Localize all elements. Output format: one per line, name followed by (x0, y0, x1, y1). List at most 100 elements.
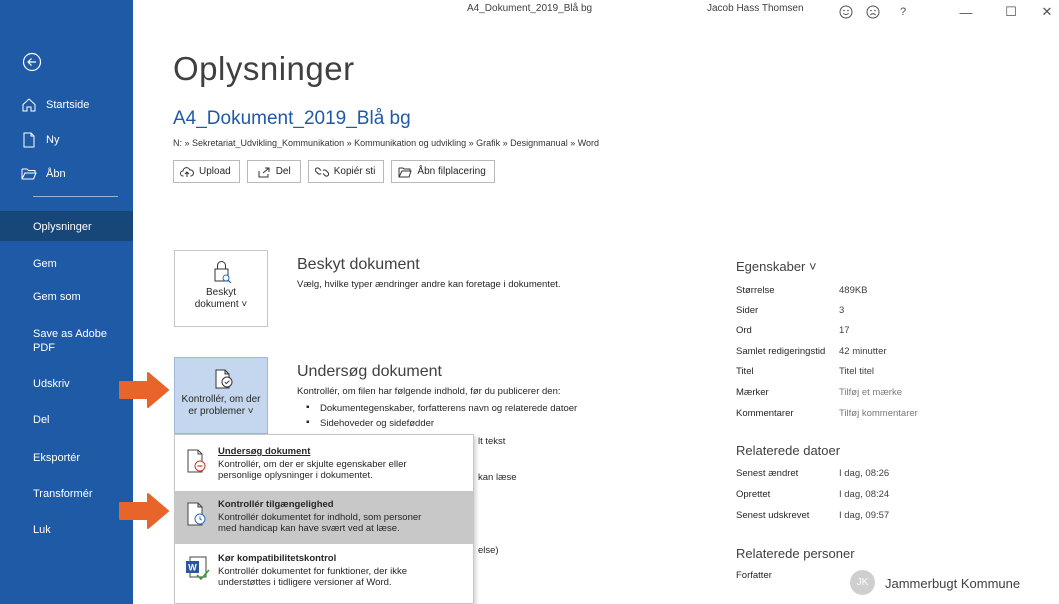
copy-path-button[interactable]: Kopiér sti (307, 160, 385, 183)
protect-tile-label-line2: dokument ˅ (194, 299, 248, 310)
inspect-heading: Undersøg dokument (297, 363, 442, 380)
sidebar-item-new[interactable]: Ny (0, 131, 133, 149)
back-arrow-icon[interactable] (22, 52, 42, 72)
property-label: Forfatter (736, 570, 772, 581)
property-value: 17 (839, 325, 850, 336)
folder-icon (398, 167, 413, 177)
title-field[interactable]: Titel titel (839, 366, 874, 377)
minimize-button[interactable]: — (955, 0, 977, 24)
cloud-upload-icon (180, 166, 194, 177)
sidebar-item-transform[interactable]: Transformér (33, 487, 128, 501)
upload-button[interactable]: Upload (173, 160, 240, 183)
share-label: Del (275, 166, 291, 177)
document-path[interactable]: N: » Sekretariat_Udvikling_Kommunikation… (173, 138, 599, 148)
protect-description: Vælg, hvilke typer ændringer andre kan f… (297, 279, 561, 290)
pointer-arrow-icon (119, 372, 169, 408)
smiley-feedback-icon[interactable] (836, 0, 856, 24)
account-name[interactable]: Jacob Hass Thomsen (707, 3, 804, 14)
property-value: 489KB (839, 285, 868, 296)
protect-document-tile[interactable]: Beskyt dokument ˅ (174, 250, 268, 327)
tags-field[interactable]: Tilføj et mærke (839, 387, 902, 398)
menu-item-title: Kør kompatibilitetskontrol (218, 553, 337, 564)
sidebar-item-label: Startside (46, 99, 90, 111)
property-label: Senest ændret (736, 468, 799, 479)
inspect-partial-text: else) (478, 545, 499, 556)
new-document-icon (23, 132, 35, 148)
inspect-document-menu-item[interactable]: Undersøg dokument Kontrollér, om der er … (175, 438, 473, 491)
property-label: Kommentarer (736, 408, 794, 419)
inspect-bullet: Dokumentegenskaber, forfatterens navn og… (306, 402, 577, 414)
sidebar-item-close[interactable]: Luk (33, 523, 128, 537)
protect-tile-label: Beskyt dokument ˅ (175, 287, 267, 311)
inspect-bullet: Sidehoveder og sidefødder (306, 417, 434, 429)
inspect-document-icon (215, 369, 233, 389)
property-value: I dag, 09:57 (839, 510, 890, 521)
sidebar-item-share[interactable]: Del (33, 413, 128, 427)
word-compatibility-icon: W (186, 556, 210, 581)
sidebar-item-label: Åbn (46, 168, 66, 180)
copy-path-label: Kopiér sti (333, 166, 376, 177)
avatar: JK (850, 570, 875, 595)
check-issues-dropdown: Undersøg dokument Kontrollér, om der er … (174, 434, 474, 604)
property-label: Størrelse (736, 285, 775, 296)
open-file-location-label: Åbn filplacering (417, 166, 486, 177)
menu-item-title: Kontrollér tilgængelighed (218, 499, 334, 510)
page-title: Oplysninger (173, 50, 355, 87)
sidebar-item-export[interactable]: Eksportér (33, 451, 128, 465)
menu-item-title: Undersøg dokument (218, 446, 311, 457)
close-button[interactable]: ✕ (1036, 0, 1058, 24)
maximize-button[interactable]: ☐ (1000, 0, 1022, 24)
help-button[interactable]: ? (893, 0, 913, 24)
property-value: 42 minutter (839, 346, 887, 357)
open-file-location-button[interactable]: Åbn filplacering (391, 160, 495, 183)
window-title: A4_Dokument_2019_Blå bg (467, 3, 593, 14)
sidebar-divider (33, 196, 118, 197)
link-icon (314, 166, 329, 177)
protect-heading: Beskyt dokument (297, 256, 420, 273)
properties-heading[interactable]: Egenskaber ˅ (736, 259, 817, 274)
sidebar-item-info[interactable]: Oplysninger (33, 220, 128, 234)
property-label: Mærker (736, 387, 769, 398)
related-dates-heading: Relaterede datoer (736, 443, 841, 458)
menu-item-description-line1: Kontrollér dokumentet for indhold, som p… (218, 512, 422, 523)
related-people-heading: Relaterede personer (736, 546, 855, 561)
check-for-issues-tile[interactable]: Kontrollér, om der er problemer ˅ (174, 357, 268, 434)
inspect-partial-text: kan læse (478, 472, 517, 483)
sidebar-item-save-as-pdf[interactable]: Save as Adobe PDF (33, 327, 115, 355)
menu-item-description: Kontrollér, om der er skjulte egenskaber… (218, 459, 468, 481)
backstage-sidebar: Startside Ny Åbn Oplysninger Gem Gem som… (0, 0, 133, 604)
check-issues-tile-label-line1: Kontrollér, om der (181, 394, 261, 405)
property-label: Oprettet (736, 489, 771, 500)
pointer-arrow-icon (119, 493, 169, 529)
accessibility-check-icon (187, 502, 206, 526)
frown-feedback-icon[interactable] (863, 0, 883, 24)
share-button[interactable]: Del (246, 160, 301, 183)
menu-item-description-line2: understøttes i tidligere versioner af Wo… (218, 577, 392, 588)
document-name: A4_Dokument_2019_Blå bg (173, 108, 411, 129)
sidebar-item-open[interactable]: Åbn (0, 165, 133, 183)
check-issues-tile-label: Kontrollér, om der er problemer ˅ (175, 394, 267, 418)
open-folder-icon (21, 168, 37, 180)
menu-item-description-line1: Kontrollér, om der er skjulte egenskaber… (218, 459, 407, 470)
compatibility-checker-menu-item[interactable]: W Kør kompatibilitetskontrol Kontrollér … (175, 545, 473, 598)
property-label: Senest udskrevet (736, 510, 810, 521)
menu-item-description-line1: Kontrollér dokumentet for funktioner, de… (218, 566, 408, 577)
comments-field[interactable]: Tilføj kommentarer (839, 408, 918, 419)
home-icon (22, 98, 36, 112)
upload-label: Upload (199, 166, 231, 177)
inspect-document-icon (187, 449, 206, 473)
property-label: Ord (736, 325, 752, 336)
sidebar-item-save-as[interactable]: Gem som (33, 290, 128, 304)
property-label: Titel (736, 366, 754, 377)
menu-item-description: Kontrollér dokumentet for indhold, som p… (218, 512, 468, 534)
protect-tile-label-line1: Beskyt (205, 287, 236, 298)
menu-item-description-line2: med handicap kan have svært ved at læse. (218, 523, 400, 534)
property-value: I dag, 08:24 (839, 489, 890, 500)
check-accessibility-menu-item[interactable]: Kontrollér tilgængelighed Kontrollér dok… (175, 491, 473, 544)
sidebar-item-print[interactable]: Udskriv (33, 377, 128, 391)
sidebar-item-home[interactable]: Startside (0, 96, 133, 114)
author-name[interactable]: Jammerbugt Kommune (885, 576, 1020, 591)
sidebar-item-save[interactable]: Gem (33, 257, 128, 271)
property-value: I dag, 08:26 (839, 468, 890, 479)
sidebar-item-label: Ny (46, 134, 60, 146)
